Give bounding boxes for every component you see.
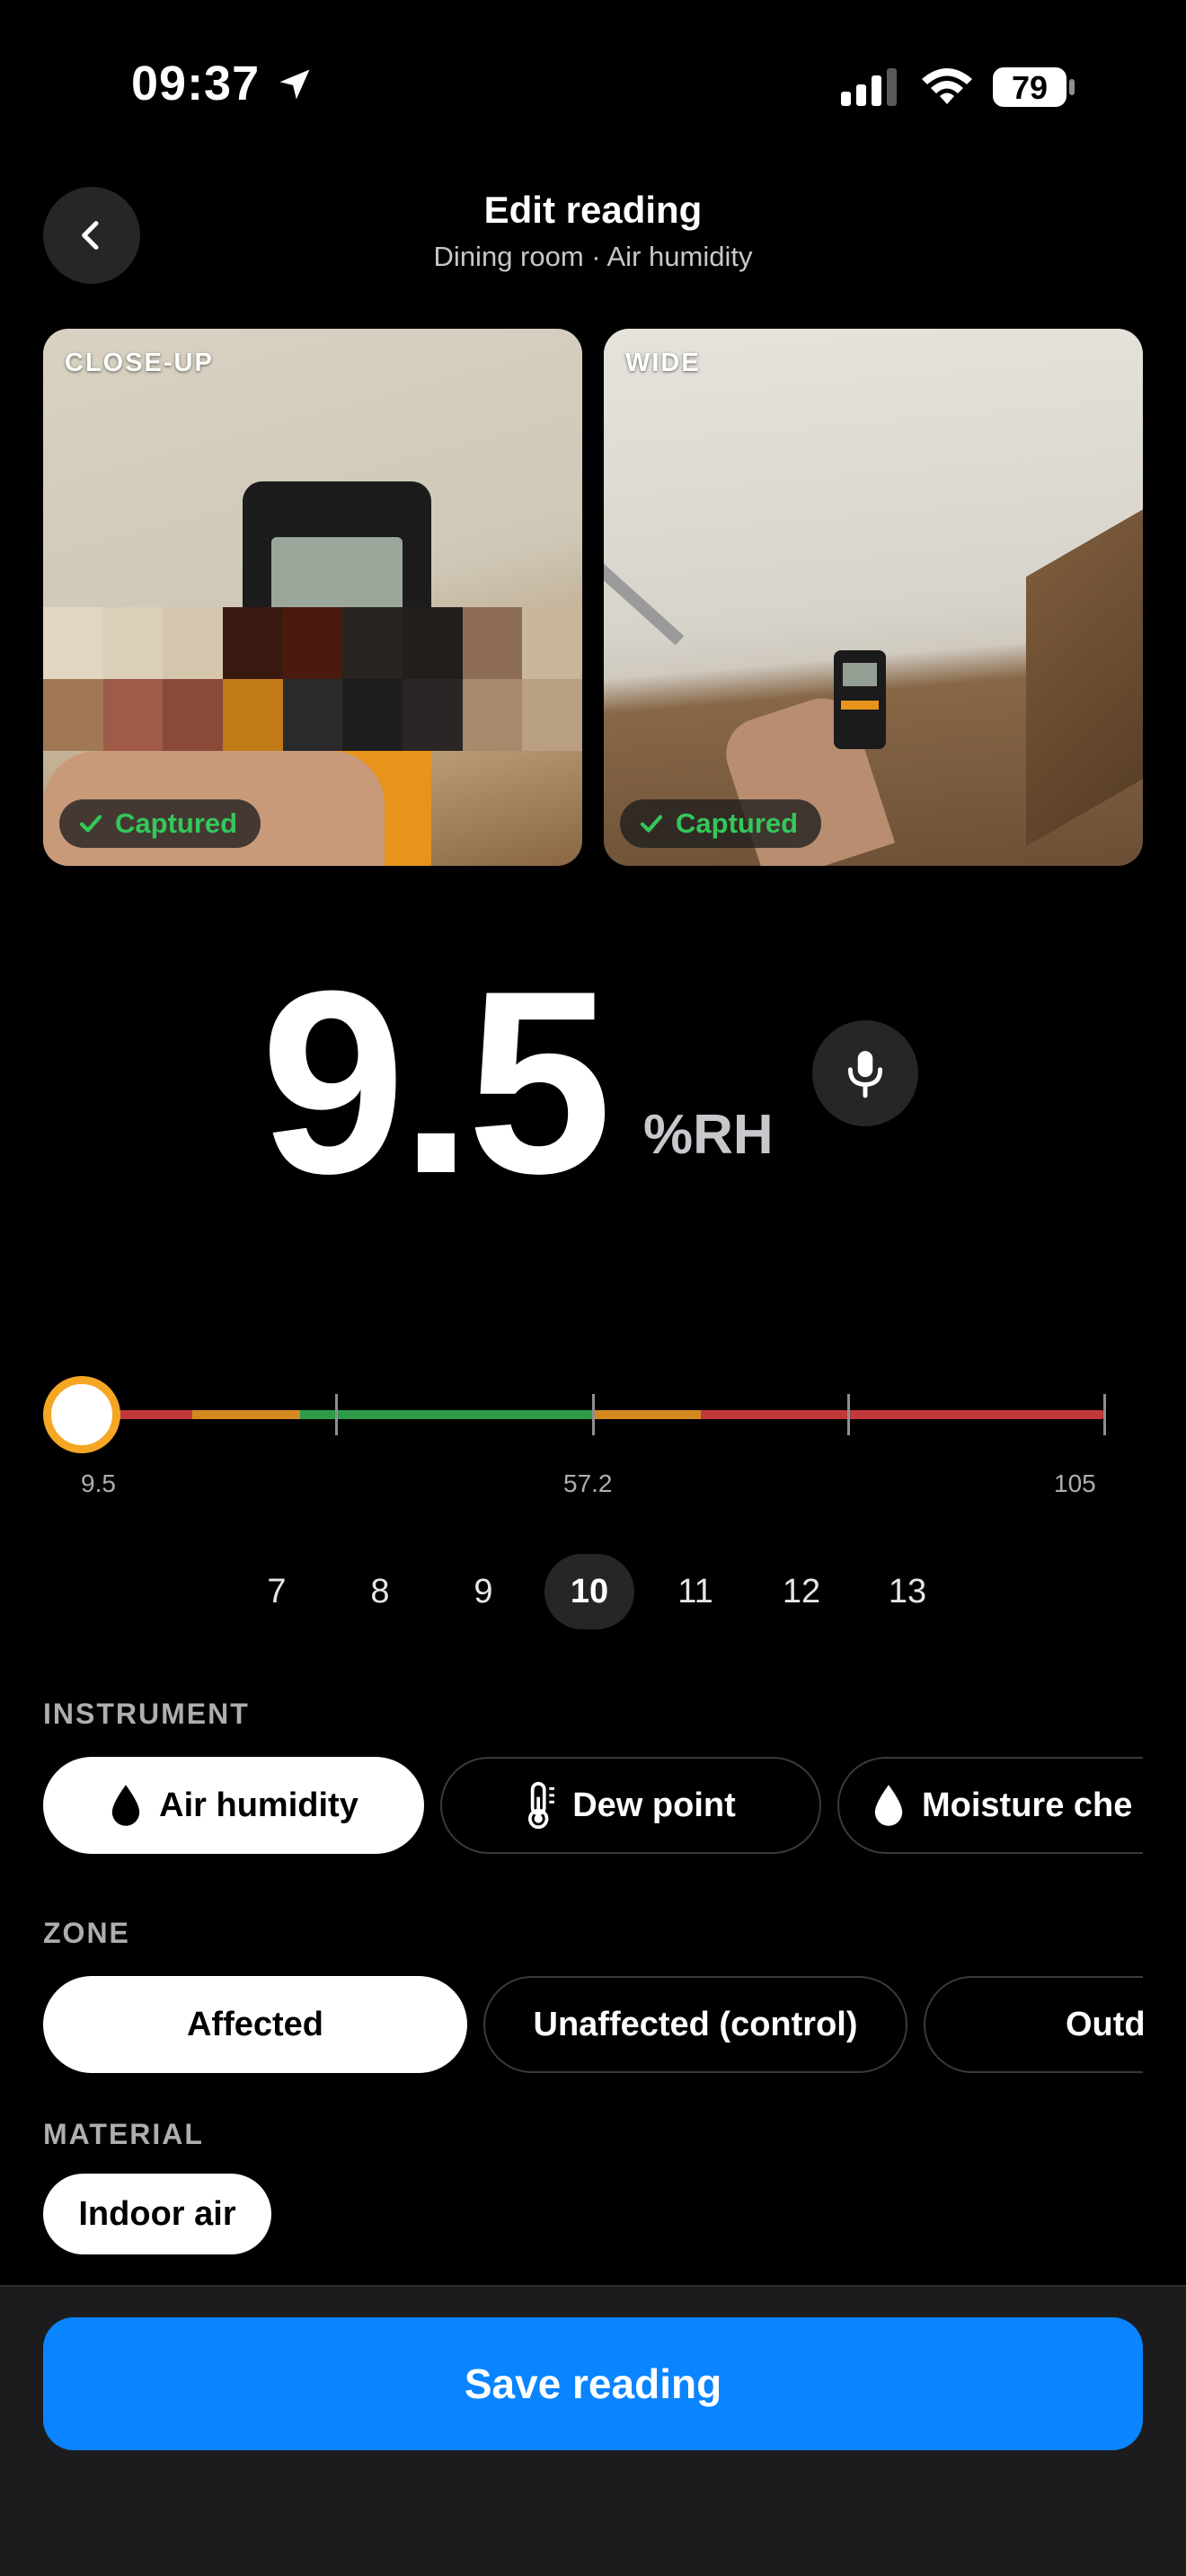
- step-option[interactable]: 8: [335, 1554, 425, 1629]
- reading-unit: %RH: [643, 1104, 774, 1166]
- scale-max-label: 105: [1054, 1469, 1096, 1497]
- value-stepper: 7 8 9 10 11 12 13: [232, 1554, 951, 1631]
- instrument-options: Air humidity Dew point Moisture che: [43, 1757, 1143, 1856]
- step-option-selected[interactable]: 10: [544, 1554, 634, 1629]
- location-arrow-icon: [279, 69, 310, 100]
- closeup-photo[interactable]: CLOSE-UP Captured: [43, 329, 582, 866]
- step-option[interactable]: 7: [232, 1554, 322, 1629]
- scale-min-label: 9.5: [81, 1469, 116, 1497]
- voice-input-button[interactable]: [812, 1020, 918, 1126]
- step-option[interactable]: 13: [863, 1554, 952, 1629]
- droplet-icon: [111, 1785, 140, 1826]
- wide-meter-image: [834, 650, 886, 749]
- zone-outdoor[interactable]: Outd: [924, 1976, 1143, 2073]
- slider-handle[interactable]: [43, 1376, 120, 1453]
- cellular-signal-icon: [841, 68, 897, 106]
- microphone-icon: [847, 1051, 883, 1098]
- chip-label: Air humidity: [159, 1786, 358, 1824]
- battery-level: 79: [1011, 69, 1049, 106]
- captured-badge: Captured: [59, 799, 261, 848]
- page-title: Edit reading: [483, 189, 703, 231]
- closeup-label: CLOSE-UP: [65, 348, 214, 377]
- battery-icon: 79: [992, 65, 1076, 110]
- wide-photo[interactable]: WIDE Captured: [604, 329, 1143, 866]
- status-bar: 09:37 79: [0, 0, 1186, 171]
- instrument-section-label: INSTRUMENT: [43, 1698, 250, 1730]
- material-indoor-air[interactable]: Indoor air: [43, 2174, 271, 2254]
- scale-tick: [335, 1394, 338, 1435]
- scale-mid-label: 57.2: [563, 1469, 613, 1497]
- wide-label: WIDE: [625, 348, 701, 377]
- droplet-icon: [874, 1785, 903, 1826]
- scale-tick: [1103, 1394, 1106, 1435]
- zone-unaffected-control[interactable]: Unaffected (control): [483, 1976, 907, 2073]
- instrument-air-humidity[interactable]: Air humidity: [43, 1757, 424, 1854]
- pixelated-region: [43, 607, 582, 751]
- material-options: Indoor air: [43, 2174, 1143, 2258]
- status-time: 09:37: [131, 57, 261, 110]
- chip-label: Dew point: [572, 1786, 736, 1824]
- reading-value[interactable]: 9.5: [261, 952, 612, 1213]
- scale-tick: [847, 1394, 850, 1435]
- instrument-dew-point[interactable]: Dew point: [440, 1757, 821, 1854]
- instrument-moisture-checker[interactable]: Moisture che: [837, 1757, 1143, 1854]
- wifi-icon: [922, 68, 972, 104]
- captured-label: Captured: [676, 807, 799, 839]
- material-section-label: MATERIAL: [43, 2118, 204, 2150]
- thermometer-icon: [528, 1781, 555, 1830]
- captured-badge: Captured: [620, 799, 822, 848]
- captured-label: Captured: [115, 807, 238, 839]
- checkmark-icon: [79, 815, 102, 833]
- zone-section-label: ZONE: [43, 1917, 130, 1949]
- zone-options: Affected Unaffected (control) Outd: [43, 1976, 1143, 2075]
- step-option[interactable]: 11: [651, 1554, 740, 1629]
- checkmark-icon: [640, 815, 663, 833]
- chip-label: Moisture che: [922, 1786, 1133, 1824]
- step-option[interactable]: 12: [757, 1554, 846, 1629]
- scale-tick: [592, 1394, 595, 1435]
- page-subtitle: Dining room · Air humidity: [433, 241, 753, 272]
- save-reading-button[interactable]: Save reading: [43, 2317, 1143, 2450]
- step-option[interactable]: 9: [438, 1554, 528, 1629]
- zone-affected[interactable]: Affected: [43, 1976, 467, 2073]
